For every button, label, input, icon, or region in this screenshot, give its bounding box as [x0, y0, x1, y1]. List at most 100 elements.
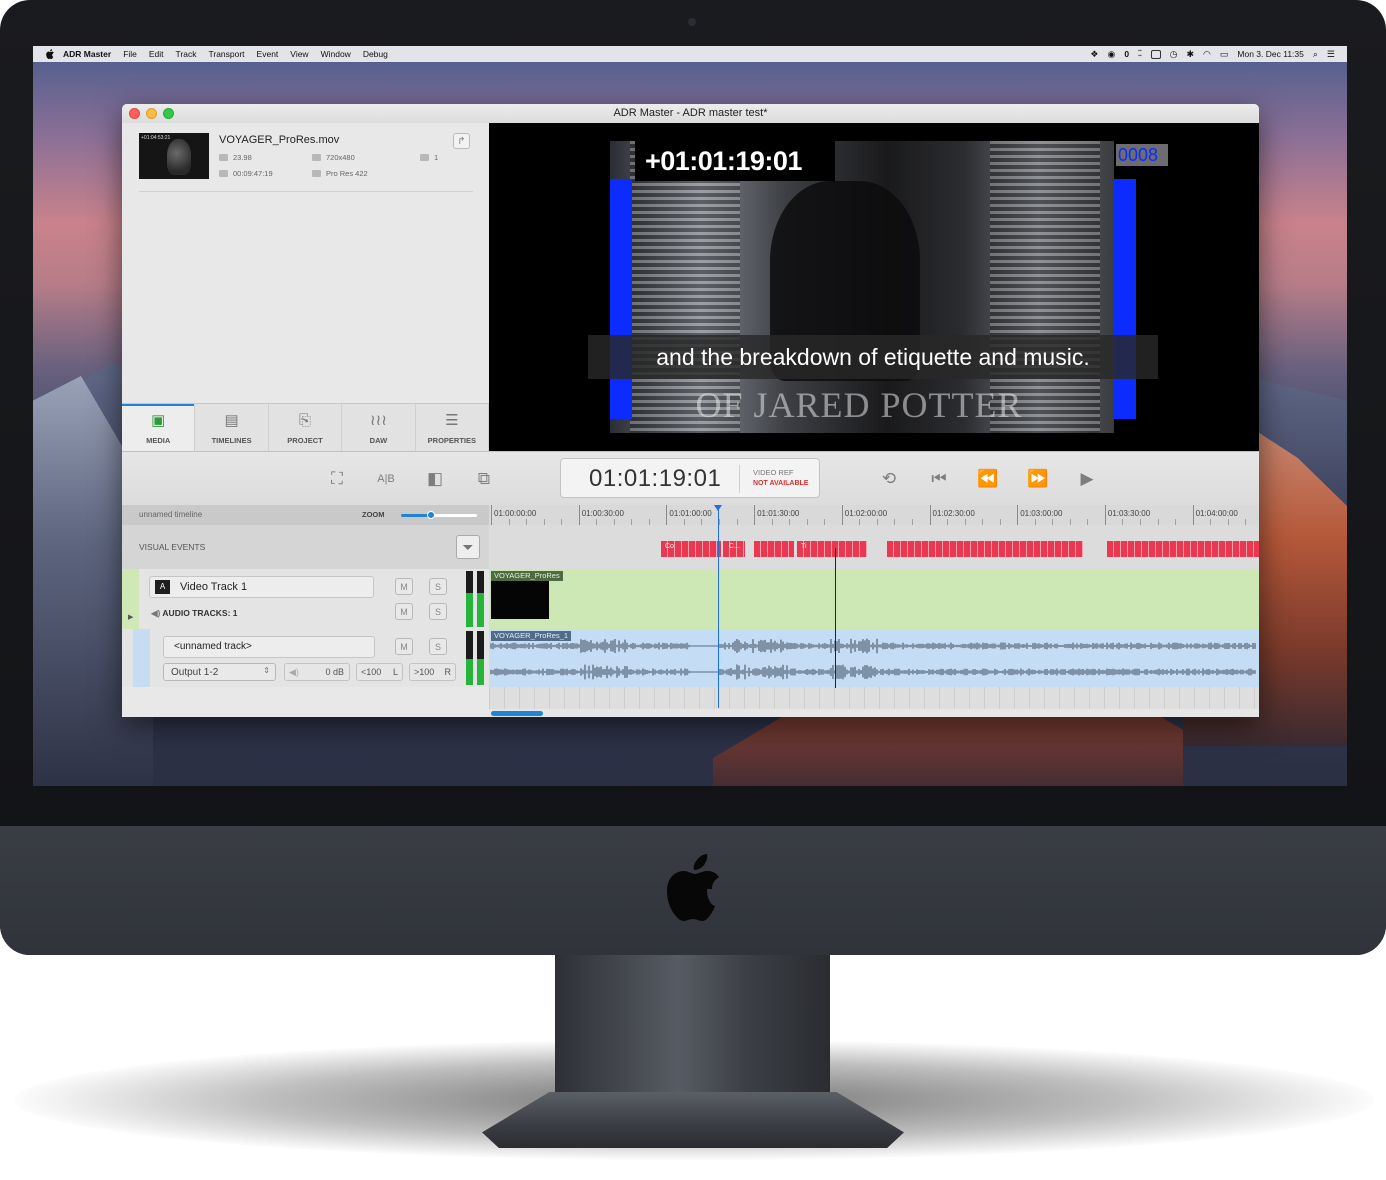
status-count: 0 [1124, 49, 1130, 59]
clip-codec: Pro Res 422 [312, 169, 368, 178]
timeline-horizontal-scrollbar[interactable] [489, 709, 1259, 717]
visual-event[interactable] [887, 541, 1083, 557]
audio-track-header: <unnamed track> M S Output 1-2 ⇕ ◀) 0 dB… [122, 629, 489, 688]
video-clip-thumbnail[interactable] [491, 581, 549, 619]
audio-track-solo-button[interactable]: S [429, 638, 447, 655]
dropbox-icon[interactable]: ❖ [1090, 49, 1098, 60]
apple-menu-icon[interactable] [45, 49, 55, 59]
clip-duration: 00:09:47:19 [219, 169, 273, 178]
pan-left-value: <100 [361, 667, 382, 677]
clip-audio-channels: 1 [420, 153, 438, 162]
menu-edit[interactable]: Edit [149, 49, 164, 59]
project-icon: ⎘ [299, 412, 312, 429]
tab-properties[interactable]: ☰ PROPERTIES [416, 404, 490, 452]
camera-icon [688, 18, 696, 26]
menu-view[interactable]: View [290, 49, 308, 59]
wifi-icon[interactable]: ◠ [1203, 49, 1211, 60]
loop-icon[interactable]: ⟲ [876, 468, 902, 490]
timeline-scrollbar-thumb[interactable] [491, 711, 543, 716]
playhead[interactable] [718, 505, 719, 708]
media-icon: ▣ [151, 412, 166, 429]
transport-bar: ⛶ A|B ◧ ⧉ 01:01:19:01 VIDEO REF NOT AVAI… [122, 451, 1259, 506]
subtitle-text: and the breakdown of etiquette and music… [656, 344, 1090, 370]
record-status-icon[interactable]: ◉ [1107, 49, 1115, 60]
resolution-value: 720x480 [326, 153, 355, 162]
video-camera-icon [219, 154, 228, 161]
timeline-empty-lane[interactable] [489, 687, 1259, 709]
go-to-start-icon[interactable]: ⏮ [926, 468, 952, 490]
output-select[interactable]: Output 1-2 ⇕ [163, 663, 276, 681]
menu-app-name[interactable]: ADR Master [63, 49, 111, 59]
airplay-icon[interactable]: ▭ [1220, 49, 1229, 60]
zoom-slider-knob[interactable] [427, 511, 436, 519]
clip-thumbnail[interactable]: +01:04:53:21 [139, 133, 209, 179]
ruler-tick-label: 01:02:00:00 [841, 505, 887, 525]
expand-arrow-icon[interactable]: ▶ [128, 613, 133, 621]
play-icon[interactable]: ▶ [1074, 468, 1100, 490]
detach-video-icon[interactable]: ⧉ [471, 468, 497, 490]
video-track-mute-button[interactable]: M [395, 578, 413, 595]
pan-right-field[interactable]: >100 R [409, 663, 456, 681]
menu-window[interactable]: Window [321, 49, 351, 59]
event-counter: 0008 [1116, 144, 1168, 166]
visual-event[interactable] [797, 541, 867, 557]
ruler-tick-label: 01:03:00:00 [1017, 505, 1062, 525]
notification-center-icon[interactable]: ☰ [1327, 49, 1335, 60]
audio-tracks-count: ◀) AUDIO TRACKS: 1 [151, 608, 238, 619]
timeline-empty-header [122, 687, 489, 717]
visual-event[interactable] [1107, 541, 1259, 557]
video-track-solo-button[interactable]: S [429, 578, 447, 595]
filter-button[interactable]: ⏷ [456, 535, 480, 559]
spotlight-search-icon[interactable]: ⌕ [1313, 49, 1318, 60]
video-track-audio-mute-button[interactable]: M [395, 603, 413, 620]
tab-timelines[interactable]: ▤ TIMELINES [195, 404, 269, 452]
fullscreen-icon[interactable]: ⛶ [324, 468, 350, 490]
video-track-header: ▶ A Video Track 1 ◀) AUDIO TRACKS: 1 M S… [122, 569, 489, 630]
timelines-icon: ▤ [224, 412, 239, 429]
timeline-name[interactable]: unnamed timeline [139, 510, 202, 519]
tab-media[interactable]: ▣ MEDIA [122, 404, 196, 452]
video-track-audio-solo-button[interactable]: S [429, 603, 447, 620]
zoom-slider[interactable] [401, 511, 477, 519]
gain-field[interactable]: ◀) 0 dB [284, 663, 350, 681]
tab-project[interactable]: ⎘ PROJECT [269, 404, 343, 452]
video-viewer[interactable]: +01:01:19:01 0008 OF JARED POTTER and th… [489, 123, 1259, 451]
pan-left-field[interactable]: <100 L [356, 663, 403, 681]
timecode-separator [739, 465, 740, 493]
fast-forward-icon[interactable]: ⏩ [1025, 468, 1051, 490]
thumbnail-figure [167, 139, 191, 175]
panel-tab-bar: ▣ MEDIA ▤ TIMELINES ⎘ PROJECT ≀≀≀ DAW ☰ [122, 403, 490, 452]
pan-right-value: >100 [414, 667, 435, 677]
battery-gauge-icon[interactable] [1150, 49, 1161, 59]
menu-event[interactable]: Event [257, 49, 279, 59]
on-screen-credits: OF JARED POTTER [695, 385, 1023, 425]
timecode-display[interactable]: 01:01:19:01 VIDEO REF NOT AVAILABLE [560, 458, 820, 498]
picture-in-picture-icon[interactable]: ◧ [422, 468, 448, 490]
share-button[interactable]: ↱ [453, 133, 470, 149]
menubar-clock[interactable]: Mon 3. Dec 11:35 [1237, 49, 1303, 59]
burned-in-timecode: +01:01:19:01 [635, 141, 835, 181]
ruler-tick-label: 01:02:30:00 [929, 505, 975, 525]
playhead-handle[interactable] [714, 505, 722, 511]
timeline-ruler[interactable]: 01:00:00:00 01:00:30:00 01:01:00:00 01:01:3… [489, 505, 1259, 526]
video-track-badge: A [155, 580, 170, 594]
file-icon [312, 170, 321, 177]
menu-track[interactable]: Track [176, 49, 197, 59]
menu-debug[interactable]: Debug [363, 49, 388, 59]
visual-event-label: C... [729, 543, 740, 550]
tab-daw[interactable]: ≀≀≀ DAW [342, 404, 416, 452]
video-track-lane[interactable]: VOYAGER_ProRes [489, 569, 1259, 630]
ab-compare-icon[interactable]: A|B [373, 468, 399, 490]
window-titlebar[interactable]: ADR Master - ADR master test* [122, 104, 1259, 124]
audio-track-lane[interactable]: VOYAGER_ProRes_1 [489, 629, 1259, 688]
time-machine-icon[interactable]: ◷ [1170, 49, 1178, 60]
audio-track-mute-button[interactable]: M [395, 638, 413, 655]
visual-event-label: Ti [801, 543, 807, 550]
menu-file[interactable]: File [123, 49, 137, 59]
bluetooth-icon[interactable]: ✱ [1186, 49, 1194, 60]
menu-transport[interactable]: Transport [208, 49, 244, 59]
link-icon [219, 170, 228, 177]
rewind-icon[interactable]: ⏪ [975, 468, 1001, 490]
visual-event[interactable] [754, 541, 794, 557]
visual-events-lane[interactable]: Co C... Ti [489, 525, 1259, 570]
